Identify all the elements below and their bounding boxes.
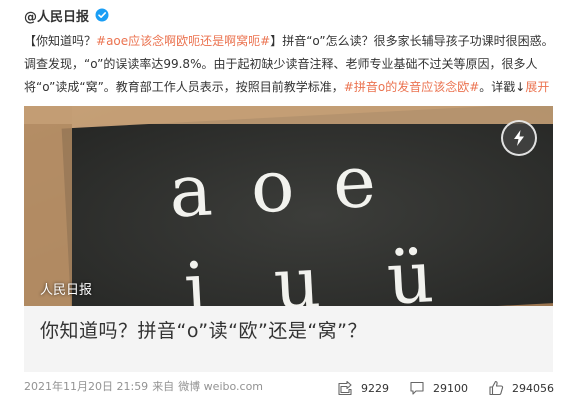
repost-count: 9229 [361, 381, 389, 395]
comment-count: 29100 [433, 381, 468, 395]
repost-button[interactable]: 9229 [337, 380, 389, 396]
post-meta: 2021年11月20日 21:59 来自 微博 weibo.com [24, 378, 263, 394]
video-card[interactable]: a o e i u ü 人民日报 你知道吗？拼音“o”读“欧”还是“窝”？ [24, 106, 553, 372]
post-timestamp[interactable]: 2021年11月20日 21:59 [24, 378, 148, 394]
hashtag-link[interactable]: #aoe应该念啊欧呃还是啊窝呃# [96, 34, 270, 48]
like-button[interactable]: 294056 [488, 380, 554, 396]
text-prefix: 【你知道吗？ [24, 34, 97, 48]
verified-badge-icon [95, 8, 109, 22]
lightning-icon[interactable] [501, 120, 537, 156]
post-author[interactable]: @人民日报 [24, 4, 109, 26]
source-prefix: 来自 [152, 380, 175, 393]
author-name[interactable]: @人民日报 [24, 6, 89, 25]
post-source: 微博 weibo.com [178, 380, 264, 393]
card-title[interactable]: 你知道吗？拼音“o”读“欧”还是“窝”？ [40, 316, 367, 343]
repost-icon [338, 380, 352, 396]
comment-icon [410, 381, 424, 395]
text-suffix: 。详戳↓ [479, 80, 526, 94]
hashtag-link[interactable]: #拼音o的发音应该念欧# [344, 80, 479, 94]
video-watermark: 人民日报 [40, 283, 93, 298]
comment-button[interactable]: 29100 [409, 380, 468, 396]
video-thumbnail[interactable]: a o e i u ü 人民日报 [24, 106, 553, 306]
like-icon [489, 380, 504, 396]
board-letters-top: a o e [166, 138, 386, 234]
like-count: 294056 [512, 381, 554, 395]
expand-label[interactable]: 展开 [525, 80, 549, 94]
post-actions: 9229 29100 294056 [317, 380, 554, 396]
